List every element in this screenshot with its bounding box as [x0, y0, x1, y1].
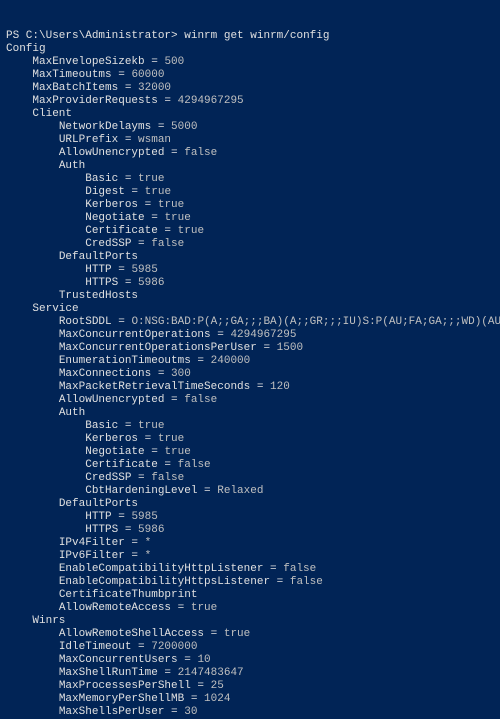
service-maxconnections: MaxConnections = 300: [59, 368, 191, 380]
client-auth-credssp: CredSSP = false: [85, 238, 184, 250]
ps-prompt[interactable]: PS C:\Users\Administrator> winrm get win…: [6, 30, 329, 42]
service-maxconcurrentopsperuser: MaxConcurrentOperationsPerUser = 1500: [59, 342, 303, 354]
service-port-http: HTTP = 5985: [85, 511, 158, 523]
service-maxconcurrentops: MaxConcurrentOperations = 4294967295: [59, 329, 297, 341]
cfg-maxtimeoutms: MaxTimeoutms = 60000: [32, 69, 164, 81]
service-certificatethumbprint: CertificateThumbprint: [59, 589, 198, 601]
service-allowunencrypted: AllowUnencrypted = false: [59, 394, 217, 406]
client-defaultports-label: DefaultPorts: [59, 251, 138, 263]
service-ipv4filter: IPv4Filter = *: [59, 537, 151, 549]
winrs-idletimeout: IdleTimeout = 7200000: [59, 641, 198, 653]
client-port-http: HTTP = 5985: [85, 264, 158, 276]
cfg-maxproviderrequests: MaxProviderRequests = 4294967295: [32, 95, 243, 107]
client-networkdelayms: NetworkDelayms = 5000: [59, 121, 198, 133]
root-label: Config: [6, 43, 46, 55]
winrs-maxmemorypershellmb: MaxMemoryPerShellMB = 1024: [59, 693, 231, 705]
service-auth-label: Auth: [59, 407, 85, 419]
service-auth-kerberos: Kerberos = true: [85, 433, 184, 445]
service-ipv6filter: IPv6Filter = *: [59, 550, 151, 562]
client-auth-certificate: Certificate = true: [85, 225, 204, 237]
service-maxpacketretrievaltimeseconds: MaxPacketRetrievalTimeSeconds = 120: [59, 381, 290, 393]
service-auth-cbthardeninglevel: CbtHardeningLevel = Relaxed: [85, 485, 263, 497]
client-port-https: HTTPS = 5986: [85, 277, 164, 289]
service-enablecompathttplistener: EnableCompatibilityHttpListener = false: [59, 563, 316, 575]
service-port-https: HTTPS = 5986: [85, 524, 164, 536]
winrs-maxconcurrentusers: MaxConcurrentUsers = 10: [59, 654, 211, 666]
service-auth-basic: Basic = true: [85, 420, 164, 432]
cfg-maxbatchitems: MaxBatchItems = 32000: [32, 82, 171, 94]
service-auth-negotiate: Negotiate = true: [85, 446, 191, 458]
winrs-maxshellsperuser: MaxShellsPerUser = 30: [59, 706, 198, 718]
client-auth-kerberos: Kerberos = true: [85, 199, 184, 211]
client-urlprefix: URLPrefix = wsman: [59, 134, 171, 146]
client-allowunencrypted: AllowUnencrypted = false: [59, 147, 217, 159]
service-enumerationtimeoutms: EnumerationTimeoutms = 240000: [59, 355, 250, 367]
client-auth-basic: Basic = true: [85, 173, 164, 185]
service-auth-credssp: CredSSP = false: [85, 472, 184, 484]
winrs-allowremoteshellaccess: AllowRemoteShellAccess = true: [59, 628, 250, 640]
winrs-maxshellruntime: MaxShellRunTime = 2147483647: [59, 667, 244, 679]
service-defaultports-label: DefaultPorts: [59, 498, 138, 510]
client-auth-label: Auth: [59, 160, 85, 172]
prompt-text: PS C:\Users\Administrator>: [6, 30, 178, 42]
service-rootsddl: RootSDDL = O:NSG:BAD:P(A;;GA;;;BA)(A;;GR…: [59, 316, 500, 328]
client-trustedhosts: TrustedHosts: [59, 290, 138, 302]
command-text: winrm get winrm/config: [184, 30, 329, 42]
client-auth-digest: Digest = true: [85, 186, 171, 198]
service-label: Service: [32, 303, 78, 315]
client-auth-negotiate: Negotiate = true: [85, 212, 191, 224]
client-label: Client: [32, 108, 72, 120]
winrs-label: Winrs: [32, 615, 65, 627]
winrs-maxprocessespershell: MaxProcessesPerShell = 25: [59, 680, 224, 692]
service-auth-certificate: Certificate = false: [85, 459, 210, 471]
cfg-maxenvelopesizekb: MaxEnvelopeSizekb = 500: [32, 56, 184, 68]
service-enablecompathttpslistener: EnableCompatibilityHttpsListener = false: [59, 576, 323, 588]
service-allowremoteaccess: AllowRemoteAccess = true: [59, 602, 217, 614]
